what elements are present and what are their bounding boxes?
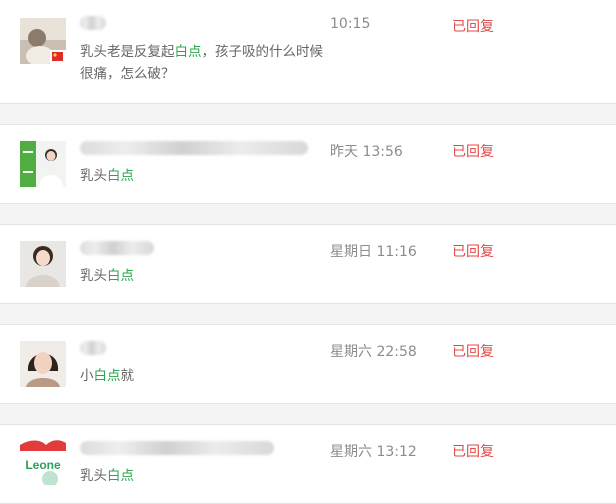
reply-status: 已回复: [452, 144, 494, 160]
highlight-keyword: 白点: [174, 44, 202, 60]
highlight-keyword: 白点: [107, 468, 134, 484]
avatar: Leone: [20, 439, 66, 485]
highlight-keyword: 白点: [107, 268, 134, 284]
avatar: [20, 18, 66, 64]
message-time: 星期六 13:12: [330, 444, 417, 460]
message-time: 星期六 22:58: [330, 344, 417, 360]
message-text: 很痛，怎么破？: [80, 66, 175, 82]
contact-name: [80, 341, 106, 355]
avatar: [20, 341, 66, 387]
message-preview: 乳头白点: [80, 465, 134, 487]
conversation-item[interactable]: 乳头白点 昨天 13:56 已回复: [0, 124, 616, 204]
message-text: 乳头: [80, 468, 107, 484]
message-preview: 乳头老是反复起白点，孩子吸的什么时候 很痛，怎么破？: [80, 41, 323, 85]
conversation-item[interactable]: Leone 乳头白点 星期六 13:12 已回复: [0, 424, 616, 504]
message-text: 乳头老是反复起: [80, 44, 175, 60]
message-preview: 乳头白点: [80, 165, 134, 187]
message-line: 很痛，怎么破？: [80, 63, 323, 85]
contact-name: [80, 441, 274, 455]
reply-status: 已回复: [452, 244, 494, 260]
avatar: [20, 241, 66, 287]
message-text: ，孩子吸的什么时候: [201, 44, 324, 60]
reply-status: 已回复: [452, 19, 494, 35]
contact-name: [80, 141, 308, 155]
message-text: 乳头: [80, 268, 107, 284]
contact-name: [80, 16, 106, 30]
conversation-item[interactable]: 乳头老是反复起白点，孩子吸的什么时候 很痛，怎么破？ 10:15 已回复: [0, 0, 616, 104]
avatar: [20, 141, 66, 187]
conversation-item[interactable]: 乳头白点 星期日 11:16 已回复: [0, 224, 616, 304]
message-text: 小: [80, 368, 94, 384]
brand-logo-text: Leone: [25, 458, 61, 472]
message-text: 乳头: [80, 168, 107, 184]
message-time: 10:15: [330, 16, 371, 32]
reply-status: 已回复: [452, 344, 494, 360]
highlight-keyword: 白点: [107, 168, 134, 184]
message-preview: 小白点就: [80, 365, 134, 387]
contact-name: [80, 241, 154, 255]
message-line: 乳头老是反复起白点，孩子吸的什么时候: [80, 41, 323, 63]
message-time: 星期日 11:16: [330, 244, 417, 260]
message-time: 昨天 13:56: [330, 144, 403, 160]
conversation-item[interactable]: 小白点就 星期六 22:58 已回复: [0, 324, 616, 404]
message-text: 就: [120, 368, 135, 384]
message-preview: 乳头白点: [80, 265, 134, 287]
reply-status: 已回复: [452, 444, 494, 460]
highlight-keyword: 白点: [93, 368, 121, 384]
